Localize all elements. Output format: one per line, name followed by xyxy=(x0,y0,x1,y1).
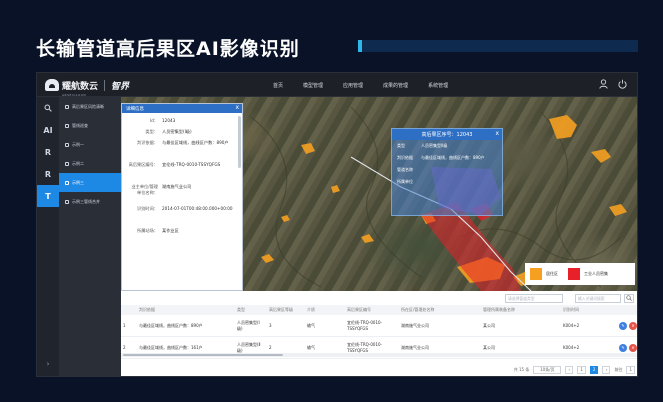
edit-icon[interactable]: ✎ xyxy=(619,321,627,330)
next-page-button[interactable]: › xyxy=(602,366,611,374)
delete-icon[interactable]: ✕ xyxy=(629,343,637,352)
nav-system-management[interactable]: 系统管理 xyxy=(428,82,448,89)
page-size-select[interactable]: 10条/页 xyxy=(533,366,562,374)
detail-row: 高后果区编号： 宜伦线-TRQ-0010-TSSYQFGS xyxy=(128,162,221,167)
nav-results-management[interactable]: 成果的管理 xyxy=(383,82,408,89)
detail-scrollbar[interactable] xyxy=(238,116,241,168)
nav-home[interactable]: 首页 xyxy=(273,82,283,89)
menu-item-example-3-merge[interactable]: 示例三管线合并 xyxy=(59,192,121,211)
detail-row: Id： 12043 xyxy=(149,118,176,123)
table-header: 判识依据 类型 高后果区等级 介质 高后果区编号 所在区/管理处名称 管理所属装… xyxy=(121,305,637,315)
legend-swatch-residential xyxy=(530,268,542,280)
page-1-button[interactable]: 1 xyxy=(577,366,586,374)
search-icon xyxy=(626,295,632,301)
legend-label: 工业人员密集 xyxy=(584,271,608,276)
goto-page-input[interactable]: 1 xyxy=(626,366,635,374)
doc-icon xyxy=(65,123,69,128)
row-actions: ✎ ✕ xyxy=(619,343,637,352)
menu-item-example-1[interactable]: 示例一 xyxy=(59,135,121,154)
power-icon[interactable] xyxy=(618,79,627,92)
keyword-search-input[interactable]: 输入关键词搜索 xyxy=(575,294,621,303)
scroll-thumb[interactable] xyxy=(123,354,283,356)
col-code[interactable]: 高后果区编号 xyxy=(345,307,399,313)
rail-ai-icon[interactable]: AI xyxy=(37,119,59,141)
col-time[interactable]: 识别时间 xyxy=(561,307,631,313)
menu-item-example-2[interactable]: 示例二 xyxy=(59,154,121,173)
map-popup-title: 高后果区序号：12043 xyxy=(421,132,473,138)
legend-label: 居住区 xyxy=(546,271,558,276)
side-menu: 高后果区风险清晰 管线巡查 示例一 示例二 示例三 示例三管线合并 xyxy=(59,97,121,376)
search-button[interactable] xyxy=(624,294,634,303)
logo-divider xyxy=(104,79,106,91)
map-legend: 居住区 工业人员密集 xyxy=(525,263,635,285)
rail-r2-icon[interactable]: R xyxy=(37,163,59,185)
logo-cloud-icon xyxy=(45,79,59,91)
nav-app-management[interactable]: 应用管理 xyxy=(343,82,363,89)
main-nav: 首页 模型管理 应用管理 成果的管理 系统管理 xyxy=(273,73,448,97)
detail-header: 详细信息 x xyxy=(122,104,242,113)
detail-row: 识别时间： 2014-07-01T00:48:00.000+00:00 xyxy=(137,206,233,211)
map-popup-row: 类型 人员密集型II级 xyxy=(397,143,448,148)
col-unit[interactable]: 所在区/管理处名称 xyxy=(399,307,481,313)
detail-row: 判识依据： 与最佳区域线，曲线区户数：890户 xyxy=(137,140,229,145)
goto-label: 前往 xyxy=(614,367,623,372)
menu-item-risk-list[interactable]: 高后果区风险清晰 xyxy=(59,97,121,116)
map-popup-row: 判识依据 与最佳区域线，曲线区户数：890户 xyxy=(397,155,485,160)
detail-panel: 详细信息 x Id： 12043 类型： 人员密集型(Ⅰ级) 判识依据： 与最佳区域线… xyxy=(121,103,243,291)
brand-name: 智界 xyxy=(111,81,130,92)
edit-icon[interactable]: ✎ xyxy=(619,343,627,352)
slide-title: 长输管道高后果区AI影像识别 xyxy=(36,38,300,60)
map-popup-header: 高后果区序号：12043 x xyxy=(392,129,502,140)
legend-swatch-industrial xyxy=(568,268,580,280)
rail-search-icon[interactable] xyxy=(37,97,59,119)
rail-expand-icon[interactable]: › xyxy=(37,360,59,368)
title-accent-bar xyxy=(358,40,638,52)
top-nav-bar: 耀航数云 ARSEICLOUD 智界 首页 模型管理 应用管理 成果的管理 系统… xyxy=(37,73,637,97)
results-table-panel: 请选择管道类型 输入关键词搜索 判识依据 类型 高后果区等级 介质 高后果区编号… xyxy=(121,291,637,376)
pagination: 共 15 条 10条/页 ‹ 1 2 › 前往 1 xyxy=(514,366,635,374)
close-icon[interactable]: x xyxy=(235,104,239,111)
col-medium[interactable]: 介质 xyxy=(305,307,345,313)
map-info-popup[interactable]: 高后果区序号：12043 x 类型 人员密集型II级 判识依据 与最佳区域线，曲线区… xyxy=(391,128,503,216)
total-count: 共 15 条 xyxy=(513,367,530,372)
map-popup-row: 所属单位 xyxy=(397,179,413,184)
table-hscrollbar[interactable] xyxy=(121,353,637,357)
logo-subtext: ARSEICLOUD xyxy=(62,92,87,97)
folder-icon xyxy=(65,161,69,166)
prev-page-button[interactable]: ‹ xyxy=(565,366,574,374)
close-icon[interactable]: x xyxy=(495,130,499,137)
page-2-button[interactable]: 2 xyxy=(589,366,599,374)
rail-r-icon[interactable]: R xyxy=(37,141,59,163)
logo-text: 耀航数云 xyxy=(62,81,99,92)
col-type[interactable]: 类型 xyxy=(235,307,267,313)
folder-icon xyxy=(65,199,69,204)
map-popup-row: 管道名称 xyxy=(397,167,413,172)
user-icon[interactable] xyxy=(599,79,608,92)
detail-row: 所属站场： 某作业区 xyxy=(137,228,179,233)
menu-item-example-3[interactable]: 示例三 xyxy=(59,173,121,192)
rail-t-icon[interactable]: T xyxy=(37,185,59,207)
menu-item-pipeline-inspection[interactable]: 管线巡查 xyxy=(59,116,121,135)
icon-rail: AI R R T › xyxy=(37,97,59,376)
col-basis[interactable]: 判识依据 xyxy=(137,307,235,313)
folder-icon xyxy=(65,180,69,185)
col-level[interactable]: 高后果区等级 xyxy=(267,307,305,313)
app-window: 耀航数云 ARSEICLOUD 智界 首页 模型管理 应用管理 成果的管理 系统… xyxy=(36,72,638,377)
col-manager[interactable]: 管理所属装备名称 xyxy=(481,307,561,313)
folder-icon xyxy=(65,142,69,147)
nav-model-management[interactable]: 模型管理 xyxy=(303,82,323,89)
row-actions: ✎ ✕ xyxy=(619,321,637,330)
detail-row: 类型： 人员密集型(Ⅰ级) xyxy=(145,129,192,134)
pipeline-type-select[interactable]: 请选择管道类型 xyxy=(505,294,563,303)
delete-icon[interactable]: ✕ xyxy=(629,321,637,330)
doc-icon xyxy=(65,104,69,109)
table-row[interactable]: 1 与最佳区域线，曲线区户数：890户 人员密集型(Ⅰ级) 3 输气 宜伦线-T… xyxy=(121,315,637,337)
table-toolbar: 请选择管道类型 输入关键词搜索 xyxy=(121,291,637,305)
detail-row: 业主单位/管理单位名称： 湖南施气业公司 xyxy=(131,184,192,195)
top-icons xyxy=(599,79,627,92)
logo: 耀航数云 ARSEICLOUD 智界 xyxy=(45,78,130,97)
detail-title: 详细信息 xyxy=(126,106,144,112)
